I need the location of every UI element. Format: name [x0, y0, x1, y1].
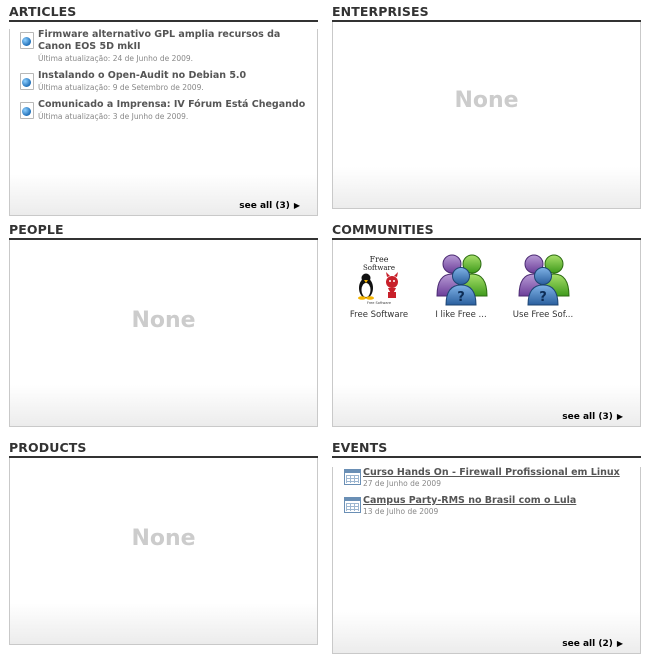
- enterprises-block: Enterprises None: [332, 3, 641, 209]
- list-item: Campus Party-RMS no Brasil com o Lula 13…: [333, 495, 640, 517]
- community-label: I like Free ...: [435, 310, 487, 320]
- articles-block: Articles Firmware alternativo GPL amplia…: [9, 3, 318, 216]
- svg-text:Free Software: Free Software: [367, 301, 391, 305]
- free-software-logo: Free Software Free Software: [350, 252, 408, 306]
- article-link[interactable]: Comunicado a Imprensa: IV Fórum Está Che…: [38, 99, 317, 111]
- article-date: Última atualização: 3 de Junho de 2009.: [38, 112, 189, 121]
- event-link[interactable]: Campus Party-RMS no Brasil com o Lula: [363, 495, 640, 507]
- people-box: None: [9, 240, 318, 427]
- events-box: Curso Hands On - Firewall Profissional e…: [332, 467, 641, 654]
- articles-see-all-link[interactable]: see all (3) ▶: [239, 201, 300, 211]
- community-free-software[interactable]: Free Software Free Software Free Softwar…: [342, 252, 416, 320]
- community-people-icon: ?: [432, 252, 490, 306]
- communities-block: Communities Free Software: [332, 221, 641, 427]
- people-title: People: [9, 221, 318, 240]
- see-all-label: see all (3): [562, 412, 613, 422]
- events-block: Events Curso Hands On - Firewall Profiss…: [332, 439, 641, 654]
- communities-title: Communities: [332, 221, 641, 240]
- events-see-all-link[interactable]: see all (2) ▶: [562, 639, 623, 649]
- enterprises-title: Enterprises: [332, 3, 641, 22]
- products-box: None: [9, 458, 318, 645]
- event-link[interactable]: Curso Hands On - Firewall Profissional e…: [363, 467, 640, 479]
- event-date: 13 de Julho de 2009: [363, 507, 439, 516]
- svg-text:Software: Software: [363, 264, 395, 272]
- event-date: 27 de Junho de 2009: [363, 479, 441, 488]
- articles-title: Articles: [9, 3, 318, 22]
- empty-placeholder: None: [454, 88, 519, 113]
- svg-text:?: ?: [457, 290, 465, 305]
- calendar-icon: [344, 469, 361, 485]
- article-globe-icon: [20, 102, 34, 119]
- article-date: Última atualização: 24 de Junho de 2009.: [38, 54, 194, 63]
- svg-text:?: ?: [539, 290, 547, 305]
- people-block: People None: [9, 221, 318, 427]
- community-use-free-software[interactable]: ? Use Free Sof...: [506, 252, 580, 320]
- article-globe-icon: [20, 73, 34, 90]
- events-title: Events: [332, 439, 641, 458]
- communities-see-all-link[interactable]: see all (3) ▶: [562, 412, 623, 422]
- products-block: Products None: [9, 439, 318, 645]
- article-link[interactable]: Firmware alternativo GPL amplia recursos…: [38, 29, 317, 53]
- list-item: Curso Hands On - Firewall Profissional e…: [333, 467, 640, 489]
- svg-text:Free: Free: [370, 255, 389, 264]
- community-label: Free Software: [349, 310, 409, 320]
- article-globe-icon: [20, 32, 34, 49]
- list-item: Instalando o Open-Audit no Debian 5.0 Úl…: [10, 70, 317, 93]
- list-item: Comunicado a Imprensa: IV Fórum Está Che…: [10, 99, 317, 122]
- arrow-right-icon: ▶: [293, 201, 300, 210]
- empty-placeholder: None: [131, 308, 196, 333]
- list-item: Firmware alternativo GPL amplia recursos…: [10, 29, 317, 64]
- empty-placeholder: None: [131, 526, 196, 551]
- community-label: Use Free Sof...: [512, 310, 574, 320]
- article-date: Última atualização: 9 de Setembro de 200…: [38, 83, 204, 92]
- article-link[interactable]: Instalando o Open-Audit no Debian 5.0: [38, 70, 317, 82]
- arrow-right-icon: ▶: [616, 412, 623, 421]
- articles-box: Firmware alternativo GPL amplia recursos…: [9, 29, 318, 216]
- see-all-label: see all (3): [239, 201, 290, 211]
- products-title: Products: [9, 439, 318, 458]
- community-people-icon: ?: [514, 252, 572, 306]
- community-i-like-free[interactable]: ? I like Free ...: [424, 252, 498, 320]
- calendar-icon: [344, 497, 361, 513]
- communities-box: Free Software Free Software Free Softwar…: [332, 240, 641, 427]
- arrow-right-icon: ▶: [616, 639, 623, 648]
- see-all-label: see all (2): [562, 639, 613, 649]
- enterprises-box: None: [332, 22, 641, 209]
